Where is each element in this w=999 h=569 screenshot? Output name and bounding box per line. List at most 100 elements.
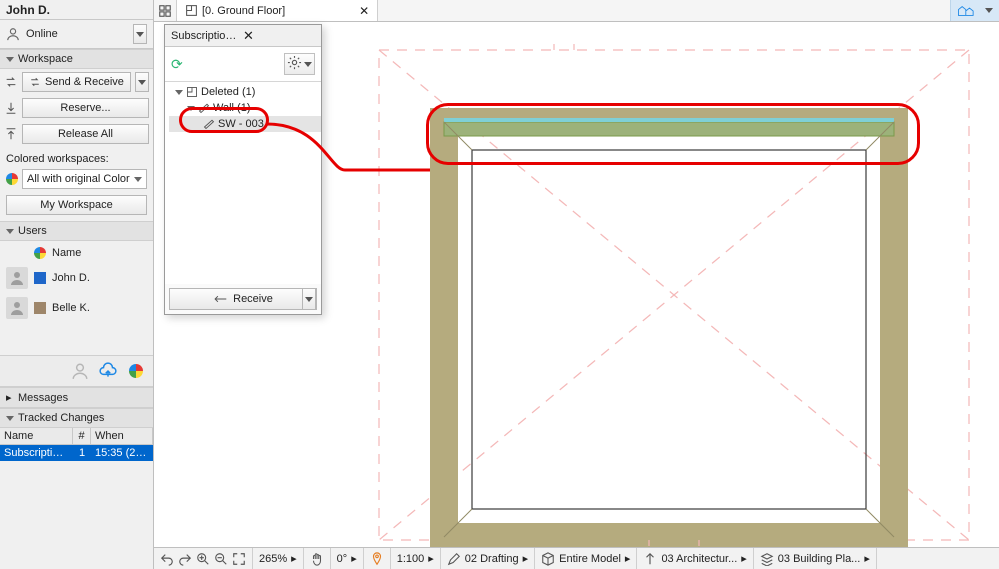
marker-seg[interactable] [364,548,391,569]
model-seg[interactable]: Entire Model ▸ [535,548,637,569]
pin-icon [370,552,384,566]
user-row[interactable]: Belle K. [0,293,153,323]
zoom-in-icon[interactable] [196,552,210,566]
undo-icon[interactable] [160,552,174,566]
tree-item-label: SW - 003 [218,118,264,130]
building-seg[interactable]: 03 Building Pla... ▸ [754,548,877,569]
chevron-right-icon: ▸ [6,391,14,404]
tree-node-deleted[interactable]: Deleted (1) [169,84,321,100]
redo-icon[interactable] [178,552,192,566]
workspace-icon-row [0,355,153,387]
receive-label: Receive [233,293,273,305]
palette-settings-button[interactable] [284,53,315,75]
col-name-header[interactable]: Name [0,428,73,444]
chevron-right-icon[interactable]: ▸ [351,552,357,565]
tab-label: [0. Ground Floor] [202,5,285,17]
view-mode-controls [950,0,999,21]
chevron-down-icon [175,90,183,95]
users-list: Name John D. Belle K. [0,241,153,325]
tree-node-wall[interactable]: Wall (1) [169,100,321,116]
tracked-change-count: 1 [73,445,91,461]
hand-icon [310,552,324,566]
view-grid-icon[interactable] [154,0,177,21]
chevron-right-icon[interactable]: ▸ [523,552,529,565]
zoom-seg[interactable]: 265% ▸ [253,548,304,569]
palette-close-icon[interactable]: ✕ [241,29,315,42]
tracked-changes-section-header[interactable]: Tracked Changes [0,408,153,428]
release-all-button[interactable]: Release All [22,124,149,144]
my-workspace-label: My Workspace [40,199,113,211]
wall-icon [203,118,215,130]
chevron-right-icon[interactable]: ▸ [428,552,434,565]
nav-history-seg [154,548,253,569]
tab-ground-floor[interactable]: [0. Ground Floor] ✕ [177,0,378,21]
receive-dropdown[interactable] [302,288,316,310]
online-status-label: Online [26,28,58,40]
user-name: Belle K. [52,302,90,314]
users-header-row: Name [0,243,153,263]
online-status-dropdown[interactable] [133,24,147,44]
color-wheel-icon [6,173,18,185]
chevron-right-icon[interactable]: ▸ [864,552,870,565]
tracked-change-row[interactable]: Subscription ... 1 15:35 (202... [0,445,153,461]
palette-title: Subscription -Selected El... [171,30,241,42]
zoom-value: 265% [259,553,287,565]
scale-seg[interactable]: 1:100 ▸ [391,548,441,569]
user-row[interactable]: John D. [0,263,153,293]
building-icon[interactable] [957,4,979,18]
upload-cloud-icon[interactable] [99,362,117,380]
user-head-icon [6,27,20,41]
receive-button[interactable]: Receive [169,288,317,310]
online-status-row[interactable]: Online [0,20,153,49]
palette-title-bar[interactable]: Subscription -Selected El... ✕ [165,25,321,47]
send-receive-button[interactable]: Send & Receive [22,72,131,92]
fit-icon[interactable] [232,552,246,566]
tracked-changes-section-label: Tracked Changes [18,412,104,424]
chevron-down-icon[interactable] [985,8,993,13]
chevron-down-icon [6,416,14,421]
arch-value: 03 Architectur... [661,553,737,565]
send-receive-label: Send & Receive [45,76,124,88]
my-workspace-button[interactable]: My Workspace [6,195,147,215]
col-when-header[interactable]: When [91,428,153,444]
col-hash-header[interactable]: # [73,428,91,444]
workspace-section-label: Workspace [18,53,73,65]
users-section-header[interactable]: Users [0,221,153,241]
chevron-down-icon [187,106,195,111]
tree-node-sw003[interactable]: SW - 003 [169,116,321,132]
messages-section-label: Messages [18,392,68,404]
cube-icon [541,552,555,566]
tab-close-icon[interactable]: ✕ [359,4,369,18]
refresh-icon[interactable]: ⟳ [171,56,183,73]
arch-seg[interactable]: 03 Architectur... ▸ [637,548,753,569]
current-user-name: John D. [0,0,153,20]
send-receive-dropdown[interactable] [135,72,149,92]
zoom-out-icon[interactable] [214,552,228,566]
users-name-header: Name [52,247,81,259]
reserve-label: Reserve... [60,102,110,114]
pencil-icon [447,552,461,566]
angle-seg[interactable]: 0° ▸ [331,548,364,569]
drafting-seg[interactable]: 02 Drafting ▸ [441,548,535,569]
colored-workspaces-label: Colored workspaces: [0,147,153,167]
subscription-palette: Subscription -Selected El... ✕ ⟳ Deleted… [164,24,322,315]
reserve-button[interactable]: Reserve... [22,98,149,118]
messages-section-header[interactable]: ▸ Messages [0,387,153,408]
angle-value: 0° [337,553,348,565]
color-wheel-icon[interactable] [127,362,145,380]
chevron-right-icon[interactable]: ▸ [741,552,747,565]
status-bar: 265% ▸ 0° ▸ 1:100 ▸ 02 Drafting ▸ Entire… [154,547,999,569]
user-color-swatch [34,272,46,284]
tracked-change-name: Subscription ... [0,445,73,461]
color-mode-select[interactable]: All with original Color [22,169,147,189]
plan-icon [186,86,198,98]
release-up-icon [4,127,18,141]
reserve-icon [71,362,89,380]
chevron-right-icon[interactable]: ▸ [625,552,631,565]
chevron-down-icon [134,177,142,182]
pan-seg[interactable] [304,548,331,569]
workspace-section-header[interactable]: Workspace [0,49,153,69]
filter-icon [643,552,657,566]
chevron-right-icon[interactable]: ▸ [291,552,297,565]
chevron-down-icon [6,229,14,234]
